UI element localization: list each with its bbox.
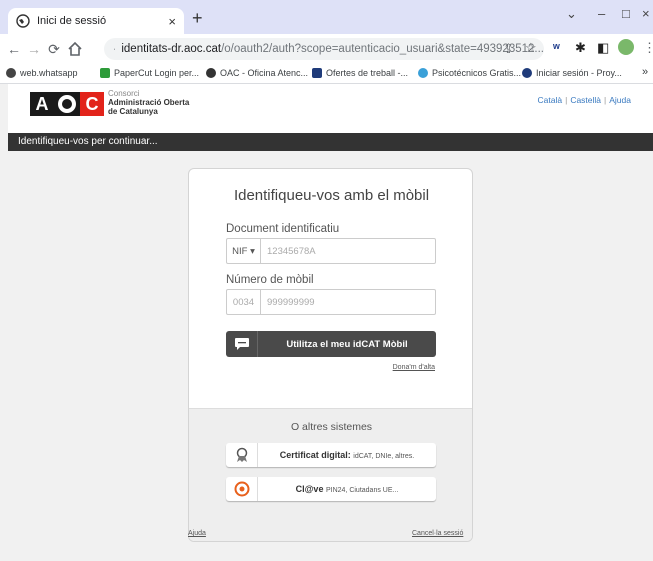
clave-icon [226, 477, 258, 501]
bookmark-star-icon[interactable]: ☆ [525, 40, 537, 56]
help-link[interactable]: Ajuda [609, 95, 631, 105]
maximize-button[interactable]: □ [622, 6, 630, 21]
login-card: Identifiqueu-vos amb el mòbil Document i… [188, 168, 473, 542]
tab-close-icon[interactable]: × [168, 14, 176, 29]
logo-o-icon [58, 95, 76, 113]
lang-catala[interactable]: Català [538, 95, 563, 105]
clave-title: Cl@ve [295, 484, 324, 494]
bookmark-label: Iniciar sesión - Proy... [536, 68, 622, 78]
bookmark-label: Psicotécnicos Gratis... [432, 68, 522, 78]
logo-line2: de Catalunya [108, 107, 158, 116]
tab-search-icon[interactable]: ⌄ [566, 6, 577, 22]
lang-castella[interactable]: Castellà [570, 95, 601, 105]
clave-label: Cl@ve PIN24, Ciutadans UE... [258, 484, 436, 494]
bookmark-item[interactable]: Iniciar sesión - Proy... [522, 68, 622, 78]
bookmark-item[interactable]: Psicotécnicos Gratis... [418, 68, 521, 78]
lock-icon [114, 48, 116, 50]
bookmark-label: OAC - Oficina Atenc... [220, 68, 309, 78]
bookmark-label: Ofertes de treball -... [326, 68, 409, 78]
document-label: Document identificatiu [226, 223, 340, 235]
share-icon[interactable]: ⇪ [503, 41, 514, 57]
other-systems-heading: O altres sistemes [290, 421, 373, 433]
url-path: /o/oauth2/auth?scope=autenticacio_usuari… [221, 43, 544, 55]
other-systems-panel: O altres sistemes Certificat digital: id… [189, 408, 472, 541]
logo-small-text: Consorci [108, 89, 140, 98]
avatar[interactable] [618, 39, 634, 55]
document-field[interactable]: NIF ▾ 12345678A [226, 238, 436, 264]
phone-label: Número de mòbil [226, 274, 314, 286]
certificate-desc: idCAT, DNIe, altres. [353, 453, 415, 460]
aoc-logo[interactable]: A C [30, 92, 104, 116]
bookmark-label: web.whatsapp [20, 68, 78, 78]
reload-icon[interactable]: ⟳ [46, 41, 62, 57]
certificate-title: Certificat digital: [279, 450, 351, 460]
bookmark-item[interactable]: Ofertes de treball -... [312, 68, 408, 78]
menu-icon[interactable]: ⋮ [643, 40, 653, 56]
language-links: Català | Castellà | Ajuda [538, 95, 631, 105]
globe-icon [206, 68, 216, 78]
psico-icon [418, 68, 428, 78]
register-link[interactable]: Dona'm d'alta [393, 364, 435, 371]
logo-letter-c: C [80, 92, 104, 116]
minimize-button[interactable]: – [598, 6, 605, 21]
logo-line1: Administració Oberta [108, 98, 190, 107]
cancel-session-link[interactable]: Cancel·la sessió [412, 530, 463, 537]
banner: Identifiqueu-vos per continuar... [8, 133, 653, 151]
address-bar[interactable]: identitats-dr.aoc.cat/o/oauth2/auth?scop… [104, 38, 544, 60]
logo-letter-a: A [30, 92, 54, 116]
home-icon[interactable] [67, 41, 83, 57]
logo-letter-o [54, 92, 80, 116]
bookmark-item[interactable]: PaperCut Login per... [100, 68, 199, 78]
tab-title: Inici de sessió [37, 15, 107, 27]
bookmark-item[interactable]: web.whatsapp [6, 68, 78, 78]
url-host: identitats-dr.aoc.cat [121, 43, 222, 55]
bookmarks-overflow-icon[interactable]: » [642, 66, 648, 78]
document-input[interactable]: 12345678A [261, 246, 316, 257]
certificate-label: Certificat digital: idCAT, DNIe, altres. [258, 450, 436, 460]
new-tab-button[interactable]: + [192, 9, 203, 27]
clave-button[interactable]: Cl@ve PIN24, Ciutadans UE... [226, 477, 436, 501]
sidepanel-icon[interactable]: ◧ [597, 40, 609, 56]
close-window-button[interactable]: × [642, 6, 650, 21]
idcat-mobil-button[interactable]: Utilitza el meu idCAT Mòbil [226, 331, 436, 357]
bookmark-item[interactable]: OAC - Oficina Atenc... [206, 68, 308, 78]
bookmark-label: PaperCut Login per... [114, 68, 200, 78]
papercut-icon [100, 68, 110, 78]
jobs-icon [312, 68, 322, 78]
extension-icon[interactable]: ʷ [553, 40, 560, 55]
browser-tab[interactable]: Inici de sessió × [8, 8, 184, 34]
login-title: Identifiqueu-vos amb el mòbil [233, 187, 430, 204]
browser-tabstrip: Inici de sessió × + ⌄ – □ × [0, 0, 653, 34]
idcat-mobil-label: Utilitza el meu idCAT Mòbil [286, 338, 408, 350]
separator: | [604, 95, 607, 105]
back-icon[interactable]: ← [6, 41, 22, 57]
clave-desc: PIN24, Ciutadans UE... [325, 487, 399, 494]
certificate-icon [226, 443, 258, 467]
phone-prefix: 0034 [227, 290, 261, 314]
globe-icon [16, 14, 30, 28]
puzzle-icon[interactable]: ✱ [575, 40, 586, 56]
bookmarks-bar: web.whatsapp PaperCut Login per... OAC -… [0, 64, 653, 84]
chat-bubble-icon [226, 331, 258, 357]
separator: | [565, 95, 568, 105]
document-type-select[interactable]: NIF ▾ [227, 239, 261, 263]
forward-icon[interactable]: → [26, 41, 42, 57]
logo-text: Consorci Administració Oberta de Catalun… [108, 89, 189, 116]
browser-toolbar: ← → ⟳ identitats-dr.aoc.cat/o/oauth2/aut… [0, 34, 653, 64]
phone-input[interactable]: 999999999 [261, 297, 315, 308]
phone-field[interactable]: 0034 999999999 [226, 289, 436, 315]
footer-help-link[interactable]: Ajuda [188, 530, 206, 537]
site-header: A C Consorci Administració Oberta de Cat… [8, 84, 653, 133]
certificate-button[interactable]: Certificat digital: idCAT, DNIe, altres. [226, 443, 436, 467]
project-icon [522, 68, 532, 78]
whatsapp-icon [6, 68, 16, 78]
